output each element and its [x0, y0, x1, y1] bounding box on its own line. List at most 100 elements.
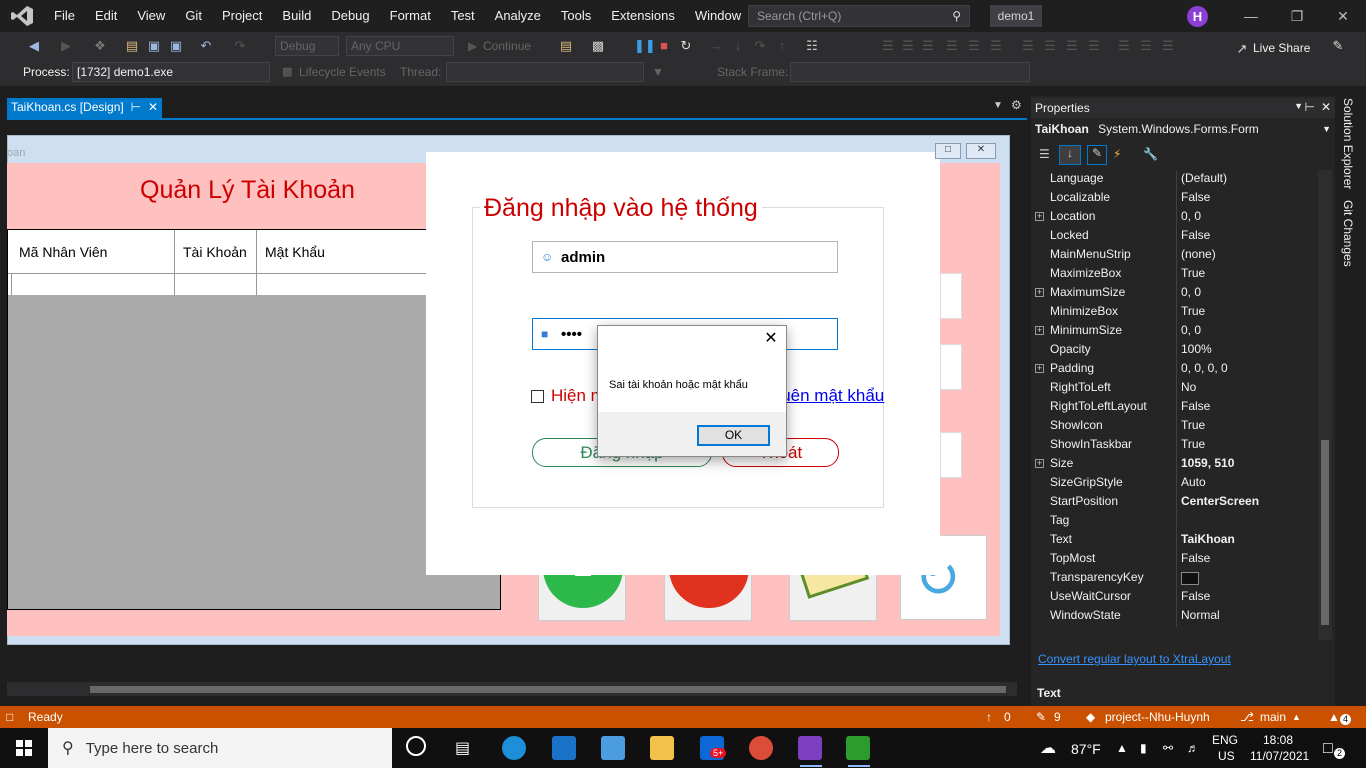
pin-icon[interactable]: ⊢	[131, 100, 141, 116]
running-app-icon[interactable]	[846, 736, 870, 760]
save-all-icon[interactable]: ▣	[168, 38, 184, 54]
store-icon[interactable]	[601, 736, 625, 760]
scrollbar-thumb[interactable]	[90, 686, 1006, 693]
close-icon[interactable]: ✕	[763, 331, 779, 347]
menu-project[interactable]: Project	[212, 0, 272, 32]
forward-icon[interactable]: ▶	[58, 38, 74, 54]
tab-overflow-icon[interactable]: ▼	[993, 100, 1003, 111]
step-over-icon[interactable]: ↷	[752, 38, 768, 54]
platform-dropdown[interactable]: Any CPU	[346, 36, 454, 56]
hot-reload-icon[interactable]: ☷	[804, 38, 820, 54]
edge-icon[interactable]	[502, 736, 526, 760]
property-row[interactable]: MinimizeBox True	[1033, 304, 1317, 323]
textbox[interactable]	[940, 344, 962, 390]
property-row[interactable]: + Location 0, 0	[1033, 209, 1317, 228]
tab-taikhoan-design[interactable]: TaiKhoan.cs [Design] ⊢ ✕	[7, 98, 162, 118]
username-field[interactable]: ☺ admin	[532, 241, 838, 273]
avatar[interactable]: H	[1187, 6, 1208, 27]
make-same-height-icon[interactable]: ☰	[1042, 38, 1058, 54]
categorized-icon[interactable]: ☰	[1039, 147, 1050, 161]
app-icon[interactable]: ▩	[590, 38, 606, 54]
menu-view[interactable]: View	[127, 0, 175, 32]
property-row[interactable]: + MinimumSize 0, 0	[1033, 323, 1317, 342]
clock-date[interactable]: 11/07/2021	[1250, 749, 1309, 763]
property-value[interactable]: False	[1181, 190, 1210, 204]
undo-icon[interactable]: ↶	[198, 38, 214, 54]
save-icon[interactable]: ▣	[146, 38, 162, 54]
filter-icon[interactable]: ▼	[652, 65, 664, 79]
visual-studio-icon[interactable]	[798, 736, 822, 760]
property-value[interactable]: False	[1181, 228, 1210, 242]
property-value[interactable]: 0, 0, 0, 0	[1181, 361, 1228, 375]
property-row[interactable]: + Size 1059, 510	[1033, 456, 1317, 475]
notification-bell-icon[interactable]: ▲	[1328, 710, 1340, 724]
show-password-checkbox[interactable]	[531, 390, 544, 403]
property-value[interactable]: False	[1181, 399, 1210, 413]
property-row[interactable]: TopMost False	[1033, 551, 1317, 570]
property-row[interactable]: Locked False	[1033, 228, 1317, 247]
find-icon[interactable]: ▤	[558, 38, 574, 54]
file-explorer-icon[interactable]	[650, 736, 674, 760]
menu-file[interactable]: File	[44, 0, 85, 32]
push-count[interactable]: 0	[1004, 710, 1011, 724]
property-row[interactable]: ShowIcon True	[1033, 418, 1317, 437]
chrome-icon[interactable]	[749, 736, 773, 760]
changes-count[interactable]: 9	[1054, 710, 1061, 724]
search-input[interactable]: Search (Ctrl+Q) ⚲	[748, 5, 970, 27]
form-close-icon[interactable]: ✕	[966, 143, 996, 159]
property-row[interactable]: TransparencyKey	[1033, 570, 1317, 589]
stop-icon[interactable]: ■	[656, 38, 672, 54]
chevron-up-icon[interactable]: ▲	[1116, 741, 1128, 755]
process-dropdown[interactable]: [1732] demo1.exe	[72, 62, 270, 82]
property-value[interactable]: True	[1181, 304, 1205, 318]
language-eng[interactable]: ENG	[1212, 733, 1238, 747]
show-next-statement-icon[interactable]: →	[708, 38, 724, 54]
property-row[interactable]: MaximizeBox True	[1033, 266, 1317, 285]
stack-frame-dropdown[interactable]	[790, 62, 1030, 82]
property-row[interactable]: RightToLeftLayout False	[1033, 399, 1317, 418]
property-value[interactable]: 0, 0	[1181, 323, 1201, 337]
panel-close-icon[interactable]: ✕	[1321, 100, 1331, 114]
temperature[interactable]: 87°F	[1071, 741, 1101, 757]
property-value[interactable]: Auto	[1181, 475, 1206, 489]
visual-studio-logo-icon[interactable]	[10, 5, 34, 27]
property-value[interactable]: CenterScreen	[1181, 494, 1259, 508]
expand-icon[interactable]: +	[1035, 364, 1044, 373]
action-center-icon[interactable]: □	[1323, 740, 1333, 758]
panel-options-icon[interactable]: ▼	[1294, 101, 1303, 111]
menu-git[interactable]: Git	[175, 0, 212, 32]
align-middles-icon[interactable]: ☰	[966, 38, 982, 54]
property-row[interactable]: Localizable False	[1033, 190, 1317, 209]
menu-extensions[interactable]: Extensions	[601, 0, 685, 32]
step-out-icon[interactable]: ↑	[774, 38, 790, 54]
grid-col-ma-nhan-vien[interactable]: Mã Nhân Viên	[11, 230, 175, 274]
align-tops-icon[interactable]: ☰	[944, 38, 960, 54]
back-icon[interactable]: ◀	[26, 38, 42, 54]
settings-gear-icon[interactable]: ⚙	[1011, 98, 1022, 112]
convert-layout-link[interactable]: Convert regular layout to XtraLayout	[1038, 652, 1231, 666]
property-value[interactable]: No	[1181, 380, 1196, 394]
new-project-icon[interactable]: ❖	[92, 38, 108, 54]
menu-debug[interactable]: Debug	[321, 0, 379, 32]
expand-icon[interactable]: +	[1035, 326, 1044, 335]
grid-col-tai-khoan[interactable]: Tài Khoản	[175, 230, 257, 274]
property-value[interactable]: 0, 0	[1181, 285, 1201, 299]
size-to-grid-icon[interactable]: ☰	[1086, 38, 1102, 54]
form-maximize-icon[interactable]: □	[935, 143, 961, 159]
branch-name[interactable]: main	[1260, 710, 1286, 724]
menu-analyze[interactable]: Analyze	[485, 0, 551, 32]
pause-icon[interactable]: ❚❚	[634, 38, 656, 54]
textbox[interactable]	[940, 432, 962, 478]
language-us[interactable]: US	[1218, 749, 1235, 763]
property-row[interactable]: Language (Default)	[1033, 171, 1317, 190]
pin-icon[interactable]: ⊢	[1305, 100, 1315, 114]
restart-icon[interactable]: ↻	[678, 38, 694, 54]
horizontal-spacing-icon[interactable]: ☰	[1116, 38, 1132, 54]
start-button[interactable]	[0, 728, 48, 768]
property-row[interactable]: WindowState Normal	[1033, 608, 1317, 627]
step-into-icon[interactable]: ↓	[730, 38, 746, 54]
property-row[interactable]: MainMenuStrip (none)	[1033, 247, 1317, 266]
property-value[interactable]: True	[1181, 266, 1205, 280]
minimize-icon[interactable]: —	[1228, 0, 1274, 32]
center-horizontally-icon[interactable]: ☰	[1160, 38, 1176, 54]
